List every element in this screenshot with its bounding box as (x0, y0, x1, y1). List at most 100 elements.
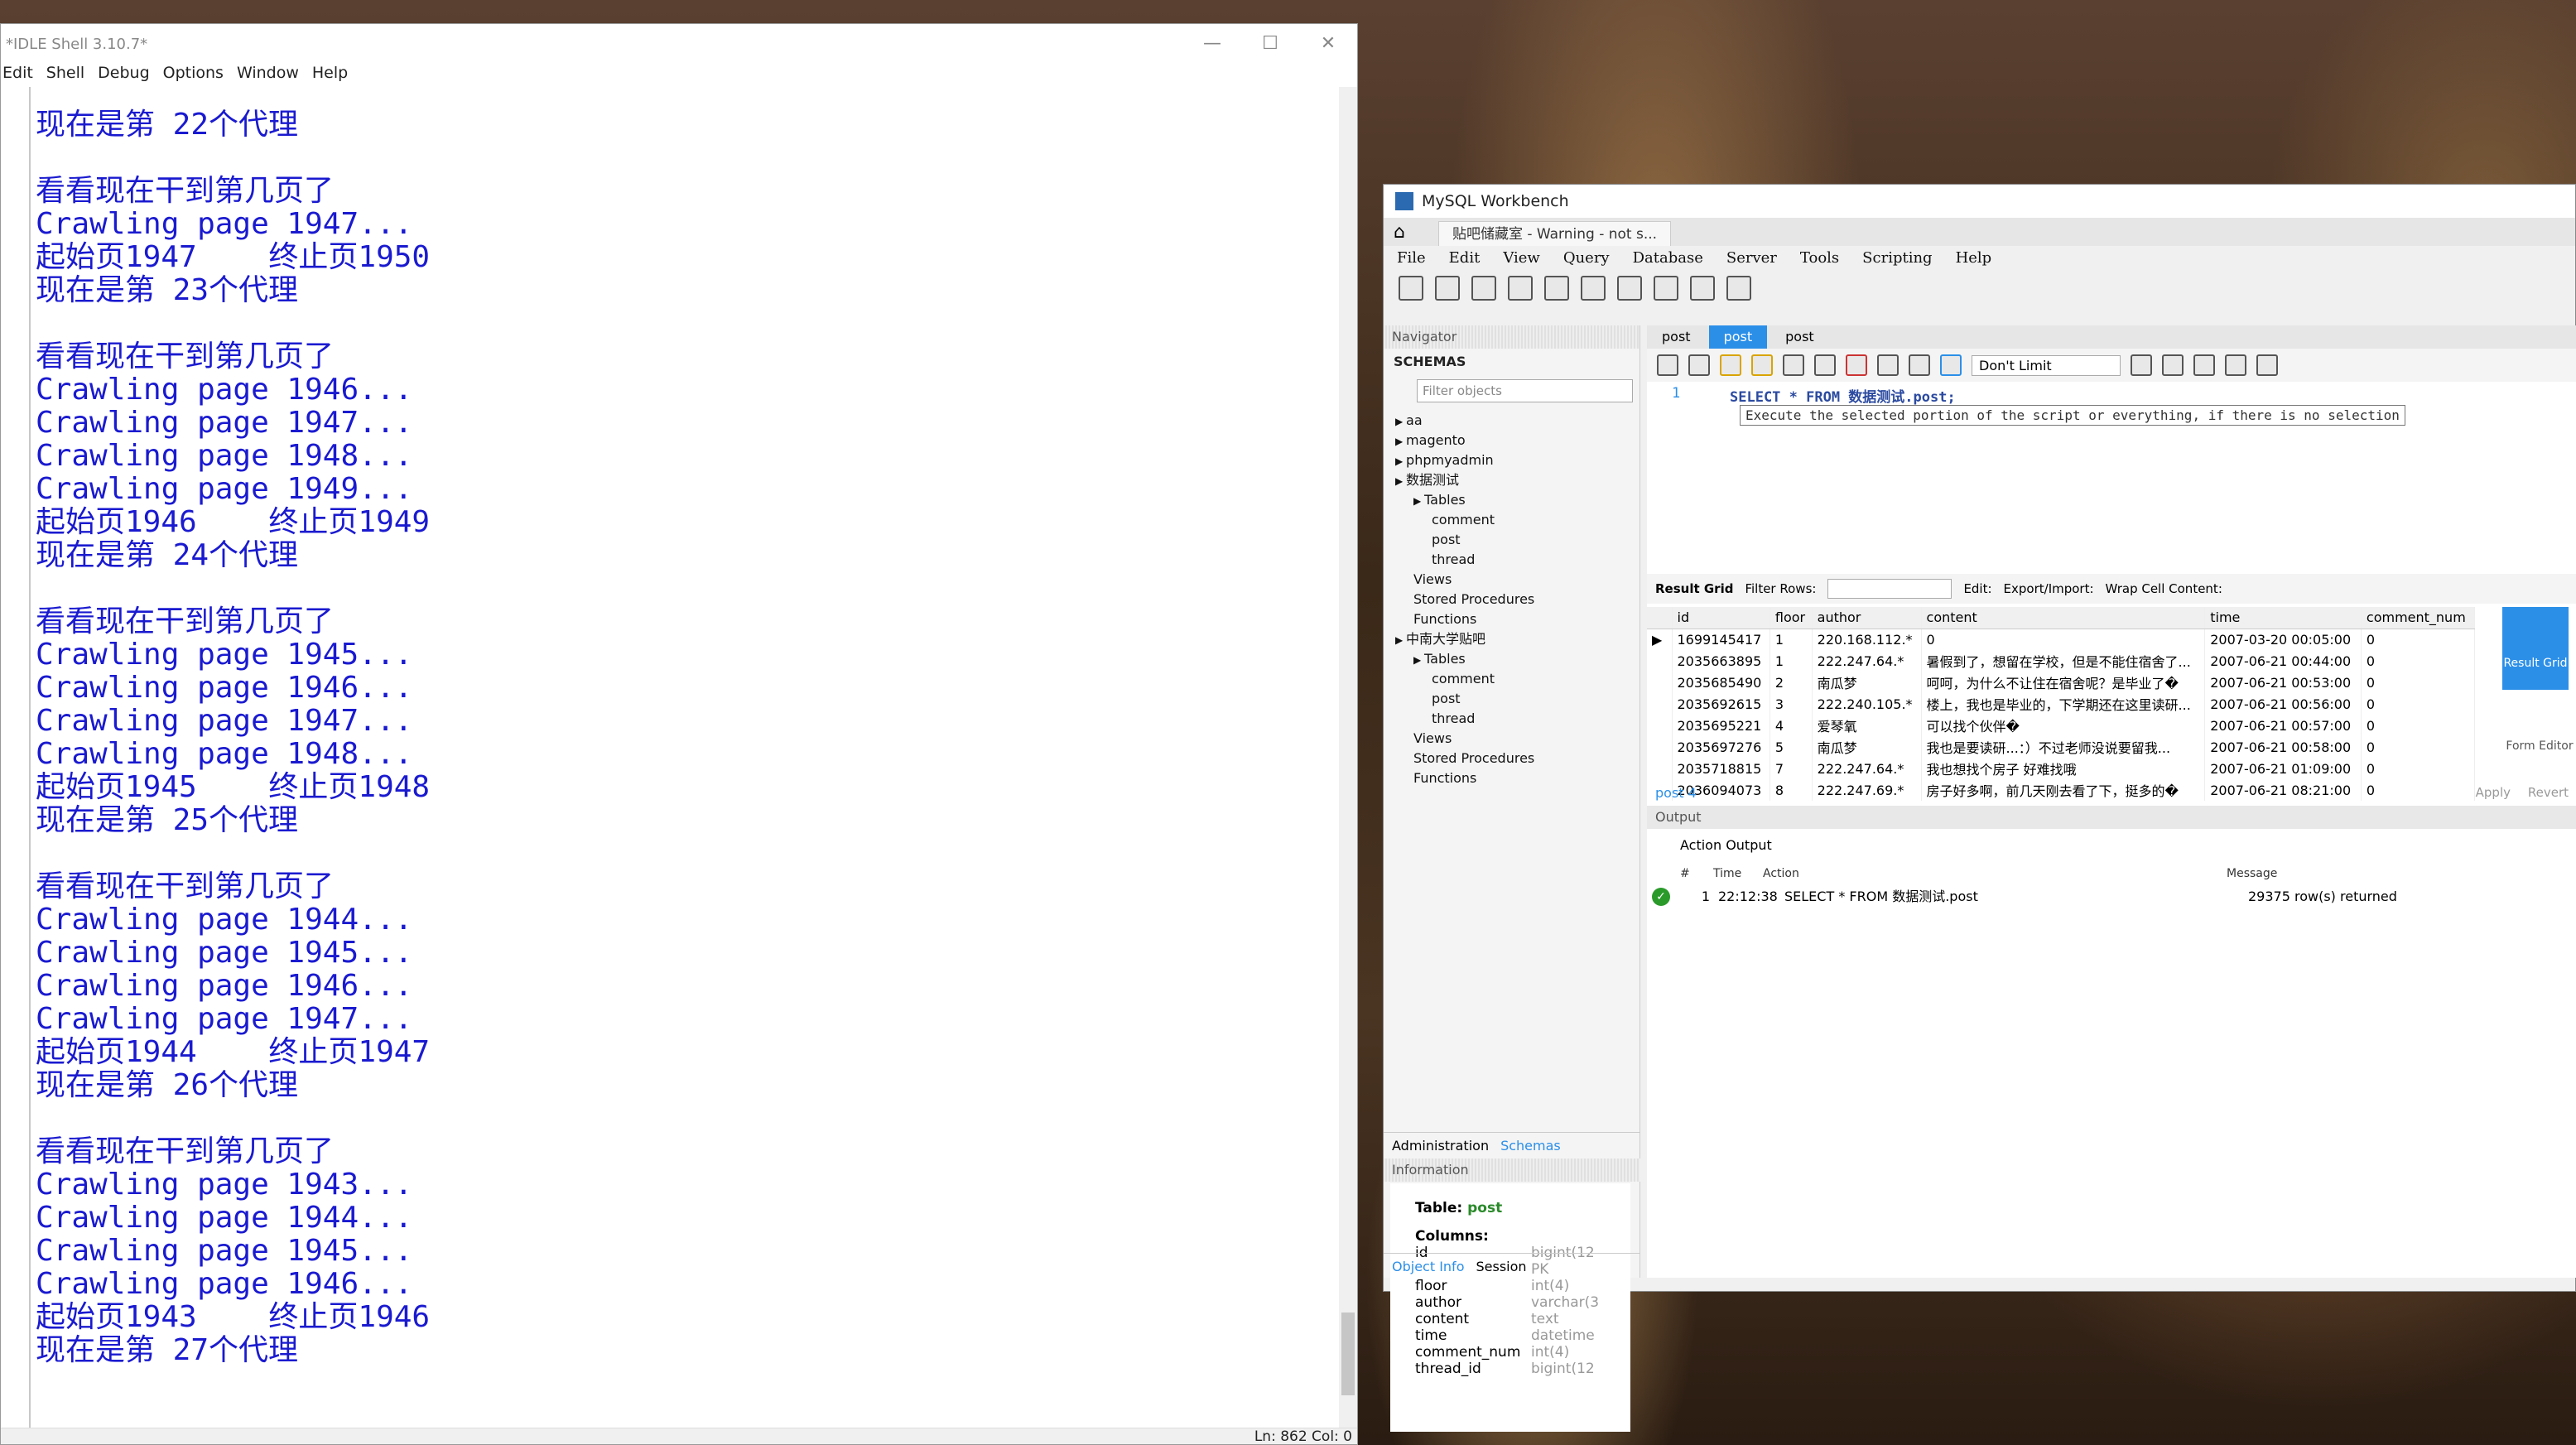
table-row[interactable]: 2036094073 8 222.247.69.* 房子好多啊，前几天刚去看了下，挺多… (1647, 779, 2476, 801)
grid-cell[interactable]: 220.168.112.* (1812, 629, 1922, 650)
menu-help[interactable]: Help (1956, 246, 1992, 271)
reconnect-icon[interactable] (1726, 276, 1751, 301)
grid-cell[interactable]: 0 (1921, 629, 2206, 650)
bookmark-icon[interactable] (2131, 354, 2152, 376)
table-row[interactable]: 2035685490 2 南瓜梦 呵呵，为什么不让住在宿舍呢？是毕业了� 2007-06… (1647, 672, 2476, 693)
grid-cell[interactable]: 222.240.105.* (1812, 693, 1922, 715)
menu-debug[interactable]: Debug (98, 64, 149, 82)
create-function-icon[interactable] (1654, 276, 1678, 301)
form-editor-button[interactable]: Form Editor (2502, 690, 2576, 773)
grid-header[interactable]: comment_num (2361, 607, 2476, 629)
grid-cell[interactable]: 爱琴氧 (1812, 715, 1922, 736)
grid-header[interactable]: author (1812, 607, 1922, 629)
menu-server[interactable]: Server (1726, 246, 1777, 271)
menu-shell[interactable]: Shell (46, 64, 84, 82)
sql-tab-post-1[interactable]: post (1647, 325, 1706, 349)
workbench-window[interactable]: MySQL Workbench ⌂ 贴吧储藏室 - Warning - not … (1383, 184, 2576, 1432)
menu-edit[interactable]: Edit (1449, 246, 1481, 271)
tree-item[interactable]: ▶ Tables (1384, 490, 1639, 510)
create-table-icon[interactable] (1544, 276, 1569, 301)
grid-cell[interactable]: 南瓜梦 (1812, 672, 1922, 693)
tree-item[interactable]: Stored Procedures (1384, 749, 1639, 768)
menu-database[interactable]: Database (1633, 246, 1703, 271)
tab-session[interactable]: Session (1476, 1254, 1526, 1279)
execute-current-icon[interactable] (1751, 354, 1773, 376)
grid-cell[interactable]: 0 (2361, 693, 2476, 715)
menu-window[interactable]: Window (237, 64, 299, 82)
grid-cell[interactable]: 2007-06-21 01:09:00 (2204, 758, 2362, 779)
commit-icon[interactable] (1877, 354, 1899, 376)
tree-item[interactable]: Stored Procedures (1384, 590, 1639, 609)
minimize-icon[interactable]: — (1183, 24, 1241, 64)
grid-cell[interactable]: 呵呵，为什么不让住在宿舍呢？是毕业了� (1921, 672, 2206, 693)
grid-cell[interactable]: 2007-06-21 00:44:00 (2204, 650, 2362, 672)
tab-schemas[interactable]: Schemas (1500, 1133, 1561, 1158)
tree-item[interactable]: comment (1384, 510, 1639, 530)
tab-administration[interactable]: Administration (1392, 1133, 1489, 1158)
tree-item[interactable]: ▶ magento (1384, 431, 1639, 450)
tree-item[interactable]: ▶ 数据测试 (1384, 470, 1639, 490)
table-row[interactable]: 2035718815 7 222.247.64.* 我也想找个房子 好难找哦 2007-… (1647, 758, 2476, 779)
grid-cell[interactable]: 2035663895 (1672, 650, 1770, 672)
grid-header[interactable]: id (1672, 607, 1770, 629)
idle-shell-window[interactable]: *IDLE Shell 3.10.7* — ☐ ✕ Edit Shell Deb… (0, 23, 1358, 1445)
connection-tab[interactable]: 贴吧储藏室 - Warning - not s... (1437, 221, 1672, 246)
tree-item[interactable]: ▶ 中南大学贴吧 (1384, 629, 1639, 649)
grid-cell[interactable]: 我也是要读研...：）不过老师没说要留我... (1921, 736, 2206, 758)
grid-cell[interactable]: 3 (1769, 693, 1813, 715)
save-icon[interactable] (1688, 354, 1710, 376)
result-tab[interactable]: post 4 (1655, 785, 1697, 801)
menu-view[interactable]: View (1503, 246, 1540, 271)
table-row[interactable]: ▶ 1699145417 1 220.168.112.* 0 2007-03-20 00:… (1647, 629, 2476, 650)
result-grid-button[interactable]: Result Grid (2502, 607, 2569, 690)
grid-cell[interactable]: 2007-06-21 00:58:00 (2204, 736, 2362, 758)
stop-icon[interactable] (1814, 354, 1836, 376)
create-procedure-icon[interactable] (1617, 276, 1642, 301)
table-row[interactable]: 2035692615 3 222.240.105.* 楼上，我也是毕业的，下学期还在这… (1647, 693, 2476, 715)
grid-cell[interactable]: 楼上，我也是毕业的，下学期还在这里读研... (1921, 693, 2206, 715)
sql-tab-post-2[interactable]: post (1708, 325, 1768, 349)
rollback-icon[interactable] (1909, 354, 1930, 376)
grid-cell[interactable]: 2007-06-21 00:56:00 (2204, 693, 2362, 715)
grid-cell[interactable]: 2007-06-21 08:21:00 (2204, 779, 2362, 801)
grid-cell[interactable]: 7 (1769, 758, 1813, 779)
grid-cell[interactable]: 1 (1769, 629, 1813, 650)
expand-arrow-icon[interactable]: ▶ (1395, 634, 1406, 646)
shell-output[interactable]: 现在是第 22个代理 看看现在干到第几页了 Crawling page 1947..… (29, 87, 1337, 1441)
schema-tree[interactable]: ▶ aa ▶ magento ▶ phpmyadmin ▶ 数据测试 ▶ Tables … (1384, 411, 1639, 788)
grid-cell[interactable]: 2035695221 (1672, 715, 1770, 736)
tree-item[interactable]: Views (1384, 570, 1639, 590)
grid-cell[interactable]: 2 (1769, 672, 1813, 693)
grid-cell[interactable]: 2035692615 (1672, 693, 1770, 715)
inspector-icon[interactable] (1471, 276, 1496, 301)
grid-cell[interactable]: 0 (2361, 650, 2476, 672)
action-output-select[interactable]: Action Output (1647, 829, 2576, 862)
grid-cell[interactable]: 房子好多啊，前几天刚去看了下，挺多的� (1921, 779, 2206, 801)
tree-item[interactable]: Functions (1384, 768, 1639, 788)
grid-cell[interactable]: 0 (2361, 672, 2476, 693)
grid-cell[interactable]: 2007-06-21 00:57:00 (2204, 715, 2362, 736)
search-table-icon[interactable] (1690, 276, 1715, 301)
create-schema-icon[interactable] (1508, 276, 1533, 301)
grid-cell[interactable]: 1 (1769, 650, 1813, 672)
explain-icon[interactable] (1783, 354, 1804, 376)
grid-cell[interactable]: 2035685490 (1672, 672, 1770, 693)
open-sql-icon[interactable] (1435, 276, 1460, 301)
tree-item[interactable]: ▶ aa (1384, 411, 1639, 431)
table-row[interactable]: 2035697276 5 南瓜梦 我也是要读研...：）不过老师没说要留我... 200… (1647, 736, 2476, 758)
grid-cell[interactable]: 222.247.64.* (1812, 650, 1922, 672)
tree-item[interactable]: ▶ Tables (1384, 649, 1639, 669)
tree-item[interactable]: ▶ phpmyadmin (1384, 450, 1639, 470)
expand-arrow-icon[interactable]: ▶ (1395, 475, 1406, 487)
table-row[interactable]: 2035695221 4 爱琴氧 可以找个伙伴� 2007-06-21 00:57:00… (1647, 715, 2476, 736)
grid-cell[interactable]: 0 (2361, 758, 2476, 779)
maximize-icon[interactable]: ☐ (1241, 24, 1299, 64)
tree-item[interactable]: thread (1384, 709, 1639, 729)
tree-item[interactable]: Views (1384, 729, 1639, 749)
grid-cell[interactable]: 2007-03-20 00:05:00 (2204, 629, 2362, 650)
tree-item[interactable]: thread (1384, 550, 1639, 570)
find-icon[interactable] (2193, 354, 2215, 376)
create-view-icon[interactable] (1581, 276, 1606, 301)
grid-cell[interactable]: 4 (1769, 715, 1813, 736)
menu-edit[interactable]: Edit (2, 64, 33, 82)
